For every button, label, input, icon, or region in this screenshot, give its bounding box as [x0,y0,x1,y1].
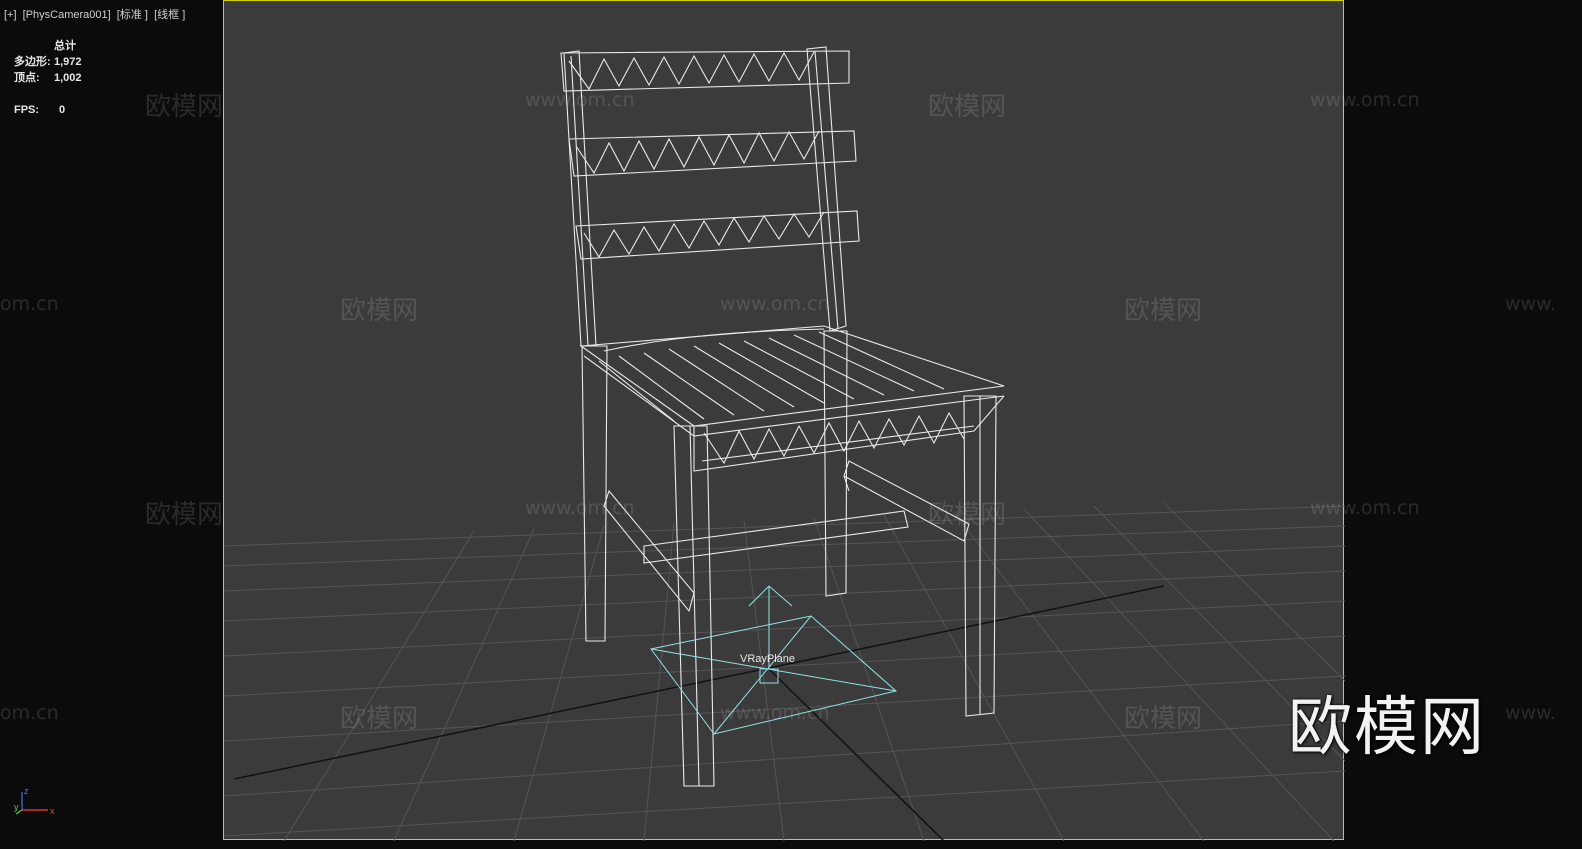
vertices-value: 1,002 [54,72,82,84]
watermark-url: www.om.cn [720,293,830,315]
polygons-label: 多边形: [14,56,51,68]
watermark-cn: 欧模网 [1124,704,1203,734]
watermark-url: www.om.cn [525,89,635,111]
watermark-cn: 欧模网 [928,92,1007,122]
watermark-url: www.om.cn [720,702,830,724]
watermark-url-partial: www. [1505,293,1556,315]
watermark-url: www.om.cn [525,497,635,519]
stats-header: 总计 [54,40,76,52]
fps-value: 0 [59,104,66,116]
axis-y-label: y [14,802,19,812]
watermark-cn: 欧模网 [145,92,224,122]
viewport-label[interactable]: [+] [PhysCamera001] [标准 ] [线框 ] [4,6,185,22]
vray-plane-label: VRayPlane [740,653,796,665]
watermark-cn: 欧模网 [928,500,1007,530]
watermark-cn: 欧模网 [1124,296,1203,326]
fps-label: FPS: [14,104,40,116]
polygons-value: 1,972 [54,56,82,68]
watermark-url-partial: www. [1505,702,1556,724]
watermark-url-partial: om.cn [0,293,59,315]
watermark-cn: 欧模网 [340,704,419,734]
vertices-label: 顶点: [14,72,40,84]
watermark-url: www.om.cn [1310,89,1420,111]
axis-gizmo-icon: z x y [14,786,55,816]
watermark-cn: 欧模网 [340,296,419,326]
chair-wireframe [560,46,1005,787]
axis-x-label: x [50,806,55,816]
scene-statistics: 总计 多边形: 1,972 顶点: 1,002 FPS: 0 [14,38,82,118]
watermark-url: www.om.cn [1310,497,1420,519]
watermark-url-partial: om.cn [0,702,59,724]
brand-logo: 欧模网 [1288,691,1486,765]
axis-z-label: z [24,786,29,796]
watermark-cn: 欧模网 [145,500,224,530]
